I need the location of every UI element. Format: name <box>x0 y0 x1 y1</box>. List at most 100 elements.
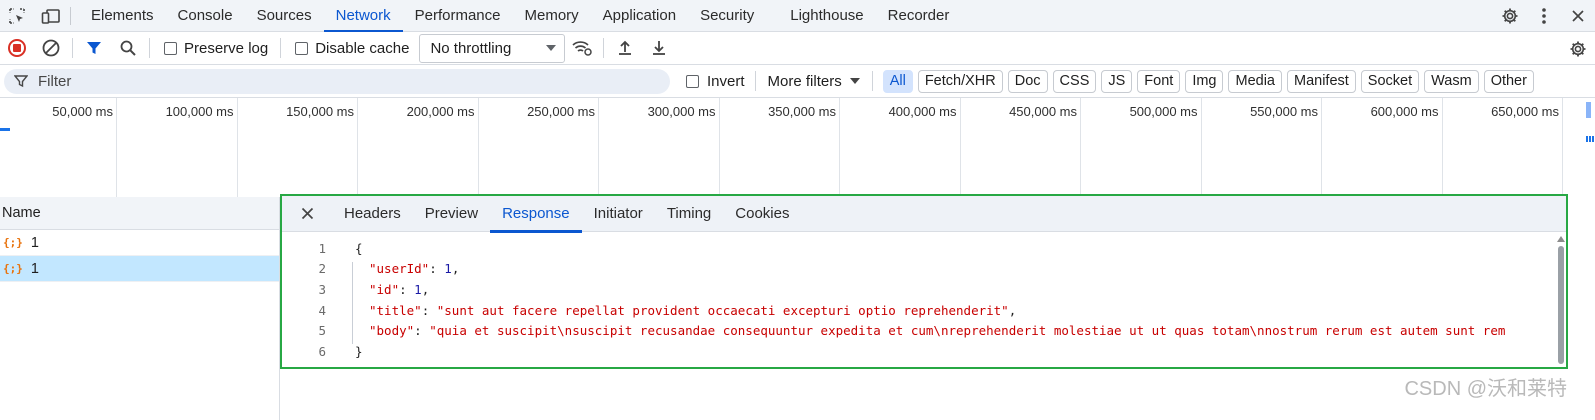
network-conditions-icon[interactable] <box>565 32 599 65</box>
response-code-viewer[interactable]: 1 { 2 "userId": 1, 3 "id": 1, 4 "title":… <box>282 232 1566 362</box>
overview-request-bar <box>0 128 10 131</box>
request-detail-panel: Headers Preview Response Initiator Timin… <box>280 194 1568 369</box>
stop-recording-icon[interactable] <box>0 32 34 65</box>
json-comma: , <box>1008 302 1017 318</box>
export-har-icon[interactable] <box>642 32 676 65</box>
toolbar-separator <box>280 38 282 58</box>
chip-css[interactable]: CSS <box>1052 69 1097 93</box>
timeline-gridline <box>116 98 117 197</box>
chip-other[interactable]: Other <box>1483 69 1534 93</box>
preserve-log-box[interactable] <box>164 41 177 55</box>
filter-icon <box>14 75 28 88</box>
invert-box[interactable] <box>686 74 699 88</box>
network-settings-icon[interactable] <box>1561 32 1595 65</box>
tab-recorder[interactable]: Recorder <box>876 0 962 32</box>
throttling-select[interactable]: No throttling <box>419 33 566 63</box>
disable-cache-box[interactable] <box>295 41 309 55</box>
timeline-tick-label: 250,000 ms <box>527 104 595 119</box>
close-icon[interactable] <box>282 196 332 232</box>
tab-security[interactable]: Security <box>688 0 766 32</box>
network-overview-timeline[interactable]: 50,000 ms 100,000 ms 150,000 ms 200,000 ms 2… <box>0 98 1595 197</box>
json-file-icon: {;} <box>3 262 23 275</box>
code-line: 4 "title": "sunt aut facere repellat pro… <box>282 300 1566 321</box>
chip-wasm[interactable]: Wasm <box>1424 69 1479 93</box>
tab-headers[interactable]: Headers <box>332 196 413 232</box>
request-list: Name {;} 1 {;} 1 <box>0 197 280 420</box>
json-string: "quia et suscipit\nsuscipit recusandae c… <box>429 323 1506 339</box>
timeline-tick-label: 100,000 ms <box>165 104 234 119</box>
timeline-gridline <box>236 98 238 197</box>
timeline-tick-label: 600,000 ms <box>1370 104 1439 119</box>
timeline-gridline <box>1200 98 1202 197</box>
overview-range-handle[interactable] <box>1586 102 1591 118</box>
chip-font[interactable]: Font <box>1137 69 1181 93</box>
tab-initiator[interactable]: Initiator <box>582 196 655 232</box>
tab-elements[interactable]: Elements <box>79 0 166 32</box>
disable-cache-checkbox[interactable]: Disable cache <box>285 32 417 65</box>
line-number: 3 <box>318 281 326 297</box>
tab-memory[interactable]: Memory <box>513 0 591 32</box>
right-edge-area <box>1568 194 1595 420</box>
disable-cache-label: Disable cache <box>315 39 410 57</box>
tab-application[interactable]: Application <box>591 0 688 32</box>
device-toolbar-icon[interactable] <box>34 0 68 32</box>
tab-network[interactable]: Network <box>323 0 403 33</box>
more-filters-dropdown[interactable]: More filters <box>754 71 873 91</box>
chip-manifest[interactable]: Manifest <box>1286 69 1356 93</box>
tab-timing[interactable]: Timing <box>655 196 723 232</box>
close-devtools-icon[interactable] <box>1561 0 1595 32</box>
filter-funnel-icon[interactable] <box>77 32 111 65</box>
filter-input[interactable]: Filter <box>4 68 670 94</box>
settings-gear-icon[interactable] <box>1493 0 1527 32</box>
timeline-tick-label: 350,000 ms <box>768 104 836 119</box>
search-icon[interactable] <box>111 32 145 65</box>
json-comma: , <box>451 261 460 277</box>
code-line: 6 } <box>282 341 1566 362</box>
request-name: 1 <box>30 234 39 251</box>
chip-all[interactable]: All <box>882 69 913 93</box>
code-text: { <box>355 240 363 256</box>
chevron-down-icon <box>849 78 860 84</box>
json-key: "body" <box>369 323 415 339</box>
timeline-gridline <box>1441 98 1443 197</box>
import-har-icon[interactable] <box>608 32 642 65</box>
timeline-gridline <box>357 98 358 197</box>
timeline-gridline <box>1562 98 1563 197</box>
invert-checkbox[interactable]: Invert <box>686 65 745 98</box>
tab-sources[interactable]: Sources <box>245 0 324 32</box>
code-text: } <box>355 343 363 359</box>
timeline-tick-label: 50,000 ms <box>52 104 113 119</box>
more-vertical-icon[interactable] <box>1527 0 1561 32</box>
chip-doc[interactable]: Doc <box>1007 69 1048 93</box>
timeline-gridline <box>1321 98 1322 197</box>
chip-js[interactable]: JS <box>1101 69 1133 93</box>
tab-console[interactable]: Console <box>166 0 245 32</box>
resource-type-chips: All Fetch/XHR Doc CSS JS Font Img Media … <box>882 69 1534 93</box>
request-row-selected[interactable]: {;} 1 <box>0 256 279 282</box>
indent-guide <box>352 262 353 344</box>
vertical-scrollbar[interactable] <box>1556 232 1566 369</box>
tab-response[interactable]: Response <box>490 196 582 233</box>
request-row[interactable]: {;} 1 <box>0 230 279 256</box>
timeline-tick-label: 550,000 ms <box>1250 104 1318 119</box>
timeline-tick-label: 500,000 ms <box>1129 104 1198 119</box>
tab-performance[interactable]: Performance <box>403 0 513 32</box>
toolbar-separator <box>72 38 73 58</box>
chip-img[interactable]: Img <box>1185 69 1224 93</box>
name-column-header[interactable]: Name <box>0 197 279 230</box>
tab-cookies[interactable]: Cookies <box>723 196 801 232</box>
filter-bar: Filter Invert More filters All Fetch/XHR… <box>0 65 1595 98</box>
json-file-icon: {;} <box>3 236 23 249</box>
chip-media[interactable]: Media <box>1228 69 1282 93</box>
inspect-element-icon[interactable] <box>0 0 34 32</box>
chip-fetch-xhr[interactable]: Fetch/XHR <box>917 69 1003 93</box>
line-number: 2 <box>318 261 326 277</box>
tab-lighthouse[interactable]: Lighthouse <box>778 0 875 32</box>
clear-icon[interactable] <box>34 32 68 65</box>
chip-socket[interactable]: Socket <box>1360 69 1420 93</box>
scroll-up-arrow-icon[interactable] <box>1557 236 1565 242</box>
line-number: 6 <box>318 343 326 359</box>
tab-preview[interactable]: Preview <box>413 196 490 232</box>
preserve-log-checkbox[interactable]: Preserve log <box>154 32 276 65</box>
scrollbar-thumb[interactable] <box>1558 246 1564 364</box>
